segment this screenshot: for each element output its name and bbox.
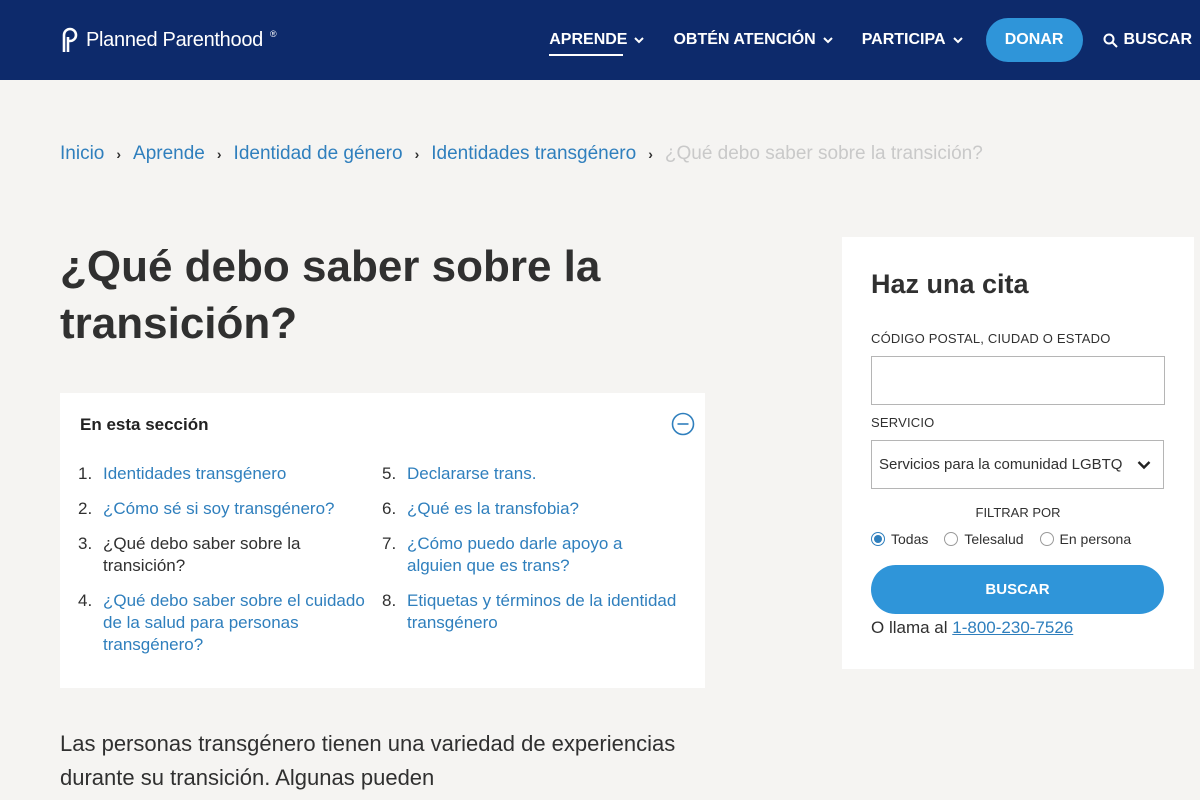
- filter-todas-label: Todas: [891, 531, 929, 547]
- toc-number: 6.: [382, 499, 397, 518]
- list-item: 7. ¿Cómo puedo darle apoyo a alguien que …: [382, 533, 682, 577]
- nav-obten-atencion-label: OBTÉN ATENCIÓN: [673, 31, 816, 48]
- breadcrumb-current: ¿Qué debo saber sobre la transición?: [664, 143, 983, 164]
- breadcrumb-aprende[interactable]: Aprende: [133, 143, 205, 165]
- zip-label: CÓDIGO POSTAL, CIUDAD O ESTADO: [871, 331, 1111, 346]
- toc-link[interactable]: ¿Cómo puedo darle apoyo a alguien que es…: [407, 533, 682, 577]
- list-item: 1. Identidades transgénero: [78, 463, 368, 485]
- search-icon: [1103, 33, 1118, 48]
- toc-number: 5.: [382, 464, 397, 483]
- filter-telesalud-label: Telesalud: [964, 531, 1024, 547]
- planned-parenthood-logo-icon: [62, 27, 78, 52]
- toc-number: 1.: [78, 464, 93, 483]
- toc-number: 3.: [78, 534, 93, 553]
- service-label: SERVICIO: [871, 415, 935, 430]
- section-toc: En esta sección 1. Identidades transgéner…: [60, 393, 705, 688]
- filter-todas[interactable]: Todas: [871, 531, 928, 547]
- site-logo[interactable]: Planned Parenthood ®: [60, 27, 277, 53]
- toc-current: ¿Qué debo saber sobre la transición?: [103, 534, 301, 575]
- chevron-down-icon: [1137, 461, 1151, 470]
- section-heading: En esta sección: [80, 415, 209, 434]
- call-prefix: O llama al: [871, 618, 948, 637]
- nav-participa[interactable]: PARTICIPA: [862, 31, 964, 49]
- logo-text: Planned Parenthood: [86, 28, 263, 51]
- radio-unchecked-icon: [944, 532, 959, 546]
- toc-link[interactable]: ¿Qué es la transfobia?: [407, 498, 579, 520]
- radio-unchecked-icon: [1039, 532, 1054, 546]
- toc-link[interactable]: ¿Cómo sé si soy transgénero?: [103, 498, 335, 520]
- toc-link[interactable]: Declararse trans.: [407, 463, 536, 485]
- breadcrumb-identidades-transgenero[interactable]: Identidades transgénero: [431, 143, 636, 165]
- call-line: O llama al 1-800-230-7526: [871, 618, 1073, 638]
- chevron-right-icon: ›: [414, 146, 420, 162]
- page-title: ¿Qué debo saber sobre la transición?: [60, 242, 601, 348]
- filter-label: FILTRAR POR: [975, 505, 1061, 520]
- filter-en-persona-label: En persona: [1059, 531, 1132, 547]
- toc-number: 7.: [382, 534, 397, 553]
- filter-en-persona[interactable]: En persona: [1039, 531, 1132, 547]
- toc-number: 2.: [78, 499, 93, 518]
- collapse-minus-icon[interactable]: [671, 412, 695, 436]
- appointment-title: Haz una cita: [871, 269, 1029, 299]
- nav-obten-atencion[interactable]: OBTÉN ATENCIÓN: [673, 31, 833, 49]
- list-item: 4. ¿Qué debo saber sobre el cuidado de la…: [78, 590, 368, 656]
- list-item: 2. ¿Cómo sé si soy transgénero?: [78, 498, 368, 520]
- zip-input[interactable]: [871, 356, 1165, 405]
- site-header: Planned Parenthood ® APRENDE OBTÉN ATENCI…: [0, 0, 1200, 80]
- list-item: 6. ¿Qué es la transfobia?: [382, 498, 682, 520]
- filter-telesalud[interactable]: Telesalud: [944, 531, 1024, 547]
- service-selected: Servicios para la comunidad LGBTQ: [879, 456, 1123, 473]
- nav-participa-label: PARTICIPA: [861, 31, 946, 48]
- donate-button[interactable]: DONAR: [985, 18, 1083, 62]
- breadcrumb-identidad-genero[interactable]: Identidad de género: [234, 143, 403, 165]
- main-nav: APRENDE OBTÉN ATENCIÓN PARTICIPA DONAR B…: [521, 0, 1192, 80]
- breadcrumb-inicio[interactable]: Inicio: [60, 143, 104, 165]
- search-link[interactable]: BUSCAR: [1103, 31, 1192, 49]
- registered-mark: ®: [269, 29, 277, 39]
- chevron-right-icon: ›: [216, 146, 222, 162]
- toc-link[interactable]: Etiquetas y términos de la identidad tra…: [407, 590, 682, 634]
- breadcrumb: Inicio › Aprende › Identidad de género ›…: [60, 143, 983, 165]
- toc-number: 4.: [78, 591, 93, 610]
- toc-link[interactable]: Identidades transgénero: [103, 463, 286, 485]
- list-item: 8. Etiquetas y términos de la identidad t…: [382, 590, 682, 634]
- chevron-right-icon: ›: [648, 146, 653, 162]
- chevron-down-icon: [634, 37, 645, 44]
- filter-radio-group: Todas Telesalud En persona: [871, 531, 1147, 547]
- nav-aprende-label: APRENDE: [549, 31, 628, 48]
- list-item: 5. Declararse trans.: [382, 463, 682, 485]
- appointment-card: Haz una cita CÓDIGO POSTAL, CIUDAD O EST…: [842, 237, 1194, 669]
- search-button[interactable]: BUSCAR: [871, 565, 1164, 614]
- radio-checked-icon: [871, 532, 885, 546]
- article-intro: Las personas transgénero tienen una vari…: [60, 731, 676, 790]
- nav-aprende[interactable]: APRENDE: [549, 31, 645, 56]
- list-item: 3. ¿Qué debo saber sobre la transición?: [78, 533, 368, 577]
- toc-column-2: 5. Declararse trans. 6. ¿Qué es la transfo…: [382, 463, 682, 647]
- service-select[interactable]: Servicios para la comunidad LGBTQ: [871, 440, 1164, 489]
- search-label: BUSCAR: [1123, 31, 1192, 48]
- chevron-down-icon: [952, 37, 963, 44]
- phone-link[interactable]: 1-800-230-7526: [952, 618, 1073, 637]
- chevron-down-icon: [822, 37, 833, 44]
- toc-link[interactable]: ¿Qué debo saber sobre el cuidado de la s…: [103, 590, 368, 656]
- toc-column-1: 1. Identidades transgénero 2. ¿Cómo sé si …: [78, 463, 368, 669]
- toc-number: 8.: [382, 591, 397, 610]
- chevron-right-icon: ›: [116, 146, 122, 162]
